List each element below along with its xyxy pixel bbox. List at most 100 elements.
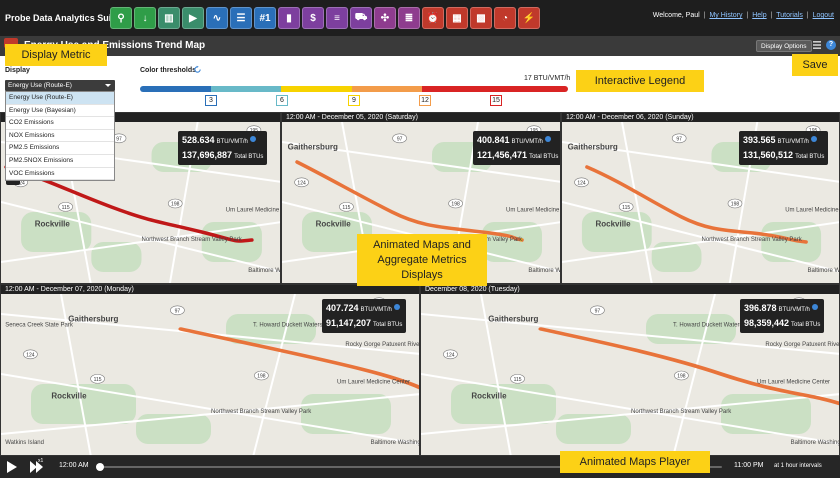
refresh-icon[interactable] bbox=[193, 65, 202, 74]
save-menu-icon[interactable] bbox=[812, 40, 822, 50]
map-panel[interactable]: 12:00 AM - December 06, 2020 (Sunday) Roc… bbox=[561, 112, 840, 284]
legend-segment[interactable] bbox=[281, 86, 352, 92]
info-icon[interactable] bbox=[810, 135, 817, 142]
interval-label: at 1 hour intervals bbox=[774, 463, 822, 469]
display-select[interactable]: Energy Use (Route-E) bbox=[5, 80, 115, 91]
route-shield-number: 97 bbox=[595, 308, 601, 314]
dropdown-option[interactable]: PM2.5NOX Emissions bbox=[6, 155, 114, 168]
info-icon[interactable] bbox=[393, 303, 400, 310]
metric-unit: BTU/VMT/h bbox=[777, 139, 809, 145]
metric-total: 121,456,471 bbox=[477, 150, 528, 160]
map-label: Baltimore Washington bbox=[791, 440, 840, 446]
alarm-icon[interactable]: ⏰ bbox=[422, 7, 444, 29]
dropdown-option[interactable]: Energy Use (Bayesian) bbox=[6, 105, 114, 118]
legend-threshold-marker[interactable]: 9 bbox=[348, 95, 360, 106]
app-root: Probe Data Analytics Suite ⚲ ↓ ▥ ▶ ∿ ☰ #1 ▮ $ ≡ ⛟ ✣… bbox=[0, 0, 840, 478]
panel-date: 12:00 AM - December 06, 2020 (Sunday) bbox=[566, 114, 694, 121]
dropdown-option[interactable]: NOX Emissions bbox=[6, 130, 114, 143]
menu-list-icon[interactable]: ≣ bbox=[398, 7, 420, 29]
dropdown-option[interactable]: PM2.5 Emissions bbox=[6, 142, 114, 155]
network-icon[interactable]: ✣ bbox=[374, 7, 396, 29]
aggregate-metrics-box: 396.878 BTU/VMT/h 98,359,442 Total BTUs bbox=[740, 299, 825, 333]
user-menu: Welcome, Paul | My History | Help | Tuto… bbox=[652, 12, 834, 19]
bar-chart-icon[interactable]: ▮ bbox=[278, 7, 300, 29]
map-label: T. Howard Duckett Watershed bbox=[253, 323, 332, 329]
map-panel[interactable]: December 08, 2020 (Tuesday) Rockville Nort… bbox=[420, 284, 840, 456]
display-options-button[interactable]: Display Options bbox=[756, 40, 812, 52]
download-icon[interactable]: ↓ bbox=[134, 7, 156, 29]
tutorials-link[interactable]: Tutorials bbox=[776, 12, 803, 19]
metric-total-label: Total BTUs bbox=[234, 154, 264, 160]
logout-link[interactable]: Logout bbox=[813, 12, 834, 19]
help-link[interactable]: Help bbox=[752, 12, 766, 19]
legend-threshold-marker[interactable]: 15 bbox=[490, 95, 502, 106]
lightning-icon[interactable]: ⚡ bbox=[518, 7, 540, 29]
grid-icon[interactable]: ▩ bbox=[470, 7, 492, 29]
map-label: Um Laurel Medicine Center bbox=[506, 208, 561, 214]
legend-threshold-marker[interactable]: 3 bbox=[205, 95, 217, 106]
color-legend-bar[interactable] bbox=[140, 86, 568, 92]
map-label: Rocky Gorge Patuxent River bbox=[345, 342, 420, 348]
metric-total: 131,560,512 bbox=[743, 150, 794, 160]
map-label: Rockville bbox=[471, 391, 507, 400]
aggregate-metrics-box: 393.565 BTU/VMT/h 131,560,512 Total BTUs bbox=[739, 131, 829, 165]
video-icon[interactable]: ▶ bbox=[182, 7, 204, 29]
legend-threshold-marker[interactable]: 6 bbox=[276, 95, 288, 106]
callout-player: Animated Maps Player bbox=[560, 451, 710, 473]
dropdown-option[interactable]: Energy Use (Route-E) bbox=[6, 92, 114, 105]
metric-unit: BTU/VMT/h bbox=[216, 139, 248, 145]
route-shield-number: 97 bbox=[397, 136, 403, 142]
legend-segment[interactable] bbox=[140, 86, 211, 92]
info-icon[interactable] bbox=[811, 303, 818, 310]
dropdown-option[interactable]: VOC Emissions bbox=[6, 168, 114, 181]
map-label: Baltimore Washington bbox=[371, 440, 420, 446]
route-shield-number: 198 bbox=[731, 202, 740, 208]
money-icon[interactable]: $ bbox=[302, 7, 324, 29]
legend-segment[interactable] bbox=[210, 86, 282, 92]
panel-date-header: 12:00 AM - December 06, 2020 (Sunday) bbox=[562, 113, 839, 122]
map-label: Gaithersburg bbox=[288, 143, 338, 152]
display-select-value: Energy Use (Route-E) bbox=[8, 82, 72, 89]
panel-date: 12:00 AM - December 07, 2020 (Monday) bbox=[5, 286, 134, 293]
legend-segment[interactable] bbox=[351, 86, 423, 92]
controls-area: Display Energy Use (Route-E) Color thres… bbox=[0, 56, 840, 112]
list-icon[interactable]: ☰ bbox=[230, 7, 252, 29]
rank-icon[interactable]: #1 bbox=[254, 7, 276, 29]
metric-unit: BTU/VMT/h bbox=[360, 307, 392, 313]
dropdown-option[interactable]: CO2 Emissions bbox=[6, 117, 114, 130]
timeline-knob[interactable] bbox=[96, 463, 104, 471]
signal-icon[interactable]: ▥ bbox=[158, 7, 180, 29]
metric-unit: BTU/VMT/h bbox=[511, 139, 543, 145]
cart-icon[interactable]: ⛟ bbox=[350, 7, 372, 29]
panel-date-header: 12:00 AM - December 07, 2020 (Monday) bbox=[1, 285, 419, 294]
app-title: Probe Data Analytics Suite bbox=[5, 13, 120, 23]
trend-icon[interactable]: ∿ bbox=[206, 7, 228, 29]
route-shield-number: 97 bbox=[676, 136, 682, 142]
legend-segment[interactable] bbox=[422, 86, 568, 92]
metric-value: 393.565 bbox=[743, 135, 776, 145]
display-dropdown-list: Energy Use (Route-E) Energy Use (Bayesian… bbox=[5, 91, 115, 182]
play-button[interactable] bbox=[7, 461, 17, 473]
start-time-label: 12:00 AM bbox=[59, 462, 89, 469]
gauge-icon[interactable]: ◔ bbox=[494, 7, 516, 29]
route-shield-number: 97 bbox=[116, 136, 122, 142]
map-panel[interactable]: 12:00 AM - December 07, 2020 (Monday) Roc… bbox=[0, 284, 420, 456]
route-shield-number: 115 bbox=[622, 205, 630, 211]
route-shield-number: 115 bbox=[514, 377, 522, 383]
park-area bbox=[721, 394, 811, 434]
my-history-link[interactable]: My History bbox=[709, 12, 742, 19]
magnifier-icon[interactable]: ⚲ bbox=[110, 7, 132, 29]
legend-threshold-marker[interactable]: 12 bbox=[419, 95, 431, 106]
callout-display-metric: Display Metric bbox=[5, 44, 107, 66]
metric-total: 98,359,442 bbox=[744, 318, 790, 328]
end-time-label: 11:00 PM bbox=[734, 462, 764, 469]
map-label: Gaithersburg bbox=[488, 315, 538, 324]
color-thresholds-label: Color thresholds bbox=[140, 67, 197, 74]
sliders-icon[interactable]: ≡ bbox=[326, 7, 348, 29]
metric-value: 528.634 bbox=[182, 135, 215, 145]
info-icon[interactable] bbox=[249, 135, 256, 142]
route-shield-number: 124 bbox=[26, 352, 35, 358]
calendar-icon[interactable]: ▦ bbox=[446, 7, 468, 29]
info-icon[interactable] bbox=[544, 135, 551, 142]
help-icon[interactable]: ? bbox=[826, 40, 836, 50]
